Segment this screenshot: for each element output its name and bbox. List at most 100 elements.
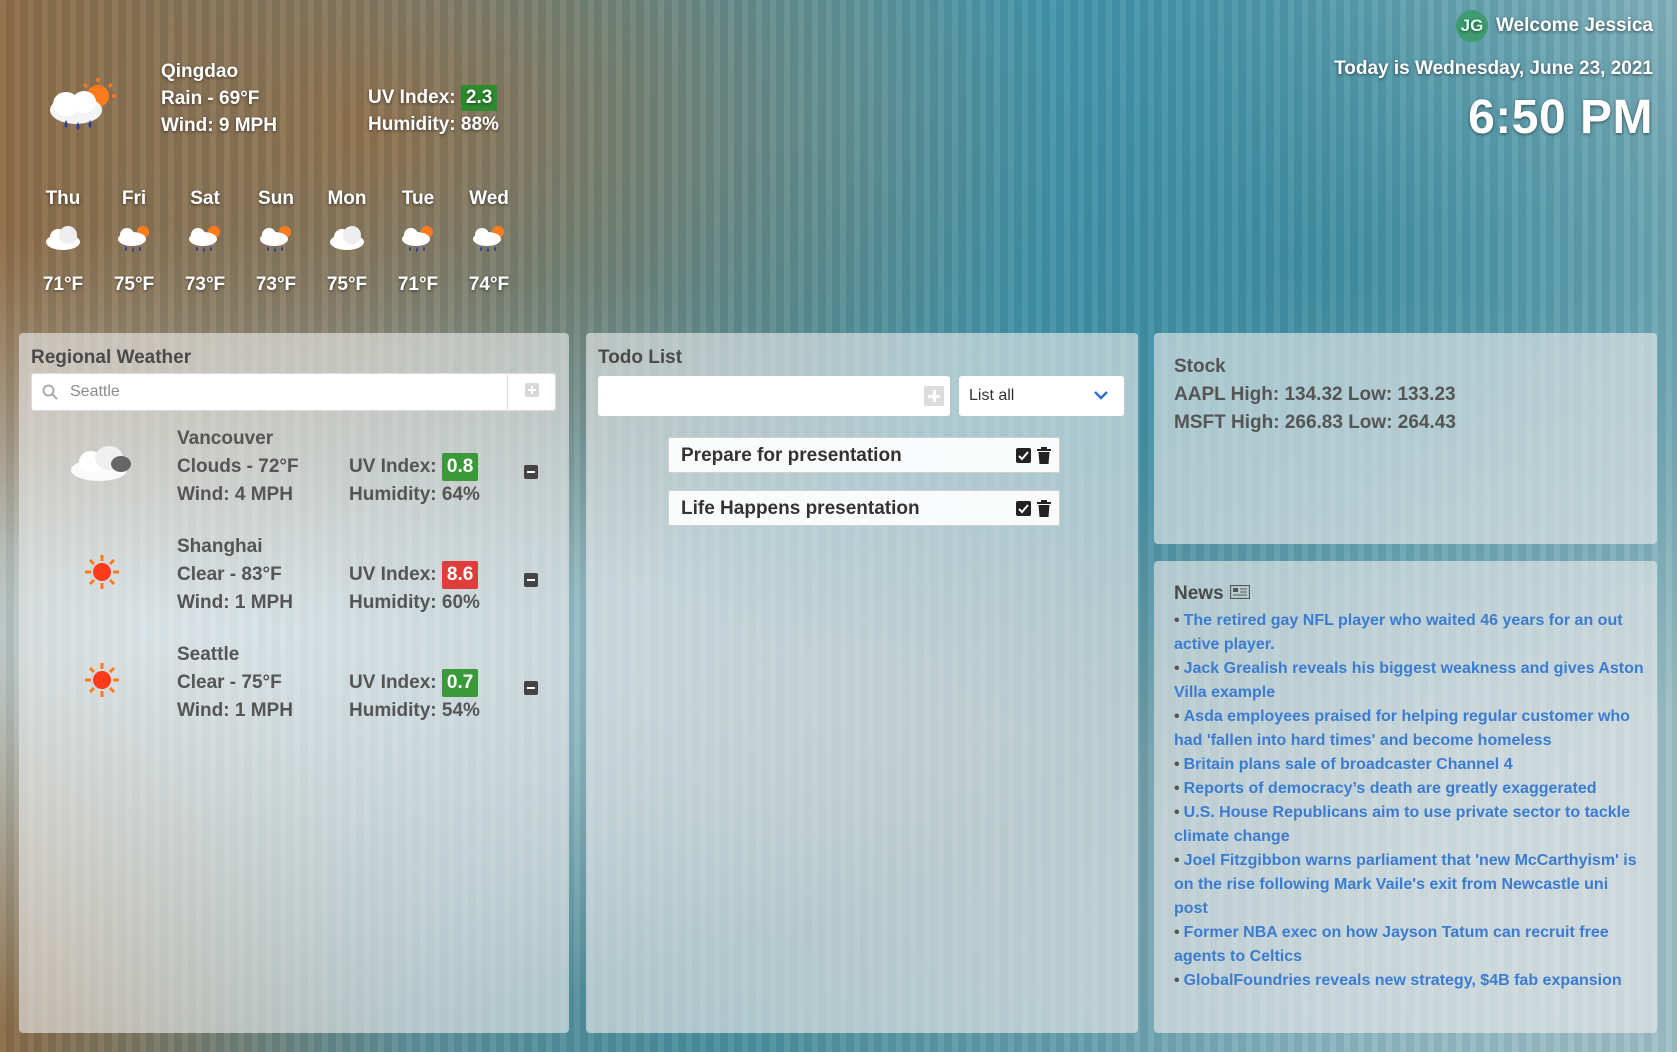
news-list: • The retired gay NFL player who waited 4… xyxy=(1174,609,1644,993)
stock-line: MSFT High: 266.83 Low: 264.43 xyxy=(1174,412,1456,433)
news-item: • Asda employees praised for helping regu… xyxy=(1174,708,1630,749)
forecast-temp: 71°F xyxy=(397,274,439,295)
check-square-icon[interactable] xyxy=(1016,501,1031,516)
add-city-button[interactable] xyxy=(507,374,555,410)
forecast-day-name: Thu xyxy=(45,188,81,209)
todo-item-label: Prepare for presentation xyxy=(681,445,902,466)
news-link[interactable]: Jack Grealish reveals his biggest weakne… xyxy=(1174,660,1644,701)
city-weather-row: Seattle Clear - 75°F Wind: 1 MPH UV Inde… xyxy=(19,641,569,741)
avatar[interactable]: JG xyxy=(1455,10,1488,42)
panel-title: Todo List xyxy=(598,347,683,368)
rain-sun-icon xyxy=(170,214,240,262)
news-item: • Former NBA exec on how Jayson Tatum can… xyxy=(1174,924,1609,965)
news-item: • Jack Grealish reveals his biggest weakn… xyxy=(1174,660,1644,701)
regional-weather-panel: Regional Weather Vancouver Clouds - 72°F… xyxy=(19,333,569,1033)
forecast-strip: Thu 71°F Fri 75°F Sat 73°F Sun 73°F Mon … xyxy=(28,188,558,298)
news-item: • U.S. House Republicans aim to use priva… xyxy=(1174,804,1630,845)
uv-label: UV Index: xyxy=(349,456,437,477)
clock: 6:50 PM xyxy=(1468,91,1653,144)
current-wind: Wind: 9 MPH xyxy=(161,115,277,136)
news-link[interactable]: Reports of democracy’s death are greatly… xyxy=(1184,780,1597,797)
city-weather-row: Vancouver Clouds - 72°F Wind: 4 MPH UV I… xyxy=(19,425,569,525)
city-humidity: Humidity: 60% xyxy=(349,592,480,613)
uv-label: UV Index: xyxy=(368,87,456,108)
uv-badge: 0.7 xyxy=(441,669,479,697)
add-todo-button[interactable] xyxy=(924,386,944,406)
stock-panel: Stock AAPL High: 134.32 Low: 133.23 MSFT… xyxy=(1154,333,1657,544)
forecast-temp: 73°F xyxy=(255,274,297,295)
date-text: Today is Wednesday, June 23, 2021 xyxy=(1334,58,1653,79)
todo-item: Prepare for presentation xyxy=(668,437,1060,473)
sun-icon xyxy=(67,655,137,705)
city-uv: UV Index: 0.7 xyxy=(349,669,480,697)
city-condition: Clear - 83°F xyxy=(177,564,282,585)
todo-input[interactable] xyxy=(606,382,906,410)
city-name: Shanghai xyxy=(177,536,263,557)
todo-filter-select[interactable]: List all xyxy=(959,376,1124,416)
rain-sun-icon xyxy=(99,214,169,262)
news-item: • Britain plans sale of broadcaster Chann… xyxy=(1174,756,1513,773)
current-weather: Qingdao Rain - 69°F Wind: 9 MPH UV Index… xyxy=(38,56,518,146)
panel-title: Stock xyxy=(1174,356,1226,377)
city-uv: UV Index: 0.8 xyxy=(349,453,480,481)
remove-city-button[interactable] xyxy=(524,681,538,695)
city-humidity: Humidity: 64% xyxy=(349,484,480,505)
uv-badge: 0.8 xyxy=(441,453,479,481)
news-link[interactable]: Joel Fitzgibbon warns parliament that 'n… xyxy=(1174,852,1637,917)
remove-city-button[interactable] xyxy=(524,465,538,479)
filter-selected-value: List all xyxy=(969,387,1015,404)
todo-item: Life Happens presentation xyxy=(668,490,1060,526)
welcome-header: JG Welcome Jessica xyxy=(1455,10,1653,42)
stock-line: AAPL High: 134.32 Low: 133.23 xyxy=(1174,384,1456,405)
forecast-day: Sat 73°F xyxy=(170,188,240,296)
forecast-day: Fri 75°F xyxy=(99,188,169,296)
news-link[interactable]: Britain plans sale of broadcaster Channe… xyxy=(1184,756,1513,773)
city-uv: UV Index: 8.6 xyxy=(349,561,480,589)
news-item: • Reports of democracy’s death are greatl… xyxy=(1174,780,1597,797)
newspaper-icon xyxy=(1229,583,1250,605)
current-city: Qingdao xyxy=(161,61,239,82)
trash-icon[interactable] xyxy=(1037,500,1051,522)
uv-label: UV Index: xyxy=(349,564,437,585)
todo-panel: Todo List List all Prepare for presentat… xyxy=(586,333,1138,1033)
city-weather-row: Shanghai Clear - 83°F Wind: 1 MPH UV Ind… xyxy=(19,533,569,633)
cloud-icon xyxy=(67,439,137,489)
trash-icon[interactable] xyxy=(1037,447,1051,469)
plus-square-icon xyxy=(524,382,540,403)
forecast-day-name: Sat xyxy=(190,188,220,209)
news-link[interactable]: GlobalFoundries reveals new strategy, $4… xyxy=(1184,972,1622,989)
news-panel: News • The retired gay NFL player who wai… xyxy=(1154,561,1657,1033)
forecast-day: Wed 74°F xyxy=(454,188,524,296)
news-header: News xyxy=(1174,583,1250,605)
sun-icon xyxy=(67,547,137,597)
news-link[interactable]: The retired gay NFL player who waited 46… xyxy=(1174,612,1623,653)
todo-item-label: Life Happens presentation xyxy=(681,498,920,519)
todo-input-box xyxy=(598,376,950,416)
forecast-day-name: Wed xyxy=(469,188,509,209)
news-link[interactable]: Former NBA exec on how Jayson Tatum can … xyxy=(1174,924,1609,965)
search-input[interactable] xyxy=(70,379,500,405)
forecast-temp: 74°F xyxy=(468,274,510,295)
city-search xyxy=(31,373,556,411)
rain-sun-icon xyxy=(383,214,453,262)
forecast-temp: 71°F xyxy=(42,274,84,295)
forecast-temp: 75°F xyxy=(113,274,155,295)
remove-city-button[interactable] xyxy=(524,573,538,587)
news-link[interactable]: U.S. House Republicans aim to use privat… xyxy=(1174,804,1630,845)
city-condition: Clear - 75°F xyxy=(177,672,282,693)
check-square-icon[interactable] xyxy=(1016,448,1031,463)
forecast-day-name: Sun xyxy=(258,188,294,209)
news-item: • The retired gay NFL player who waited 4… xyxy=(1174,612,1623,653)
forecast-day: Sun 73°F xyxy=(241,188,311,296)
city-wind: Wind: 1 MPH xyxy=(177,700,293,721)
uv-badge: 2.3 xyxy=(460,85,498,111)
uv-badge: 8.6 xyxy=(441,561,479,589)
city-wind: Wind: 1 MPH xyxy=(177,592,293,613)
forecast-day: Thu 71°F xyxy=(28,188,98,296)
cloud-icon xyxy=(28,214,98,262)
forecast-day: Mon 75°F xyxy=(312,188,382,296)
city-humidity: Humidity: 54% xyxy=(349,700,480,721)
news-link[interactable]: Asda employees praised for helping regul… xyxy=(1174,708,1630,749)
city-wind: Wind: 4 MPH xyxy=(177,484,293,505)
rain-sun-icon xyxy=(241,214,311,262)
